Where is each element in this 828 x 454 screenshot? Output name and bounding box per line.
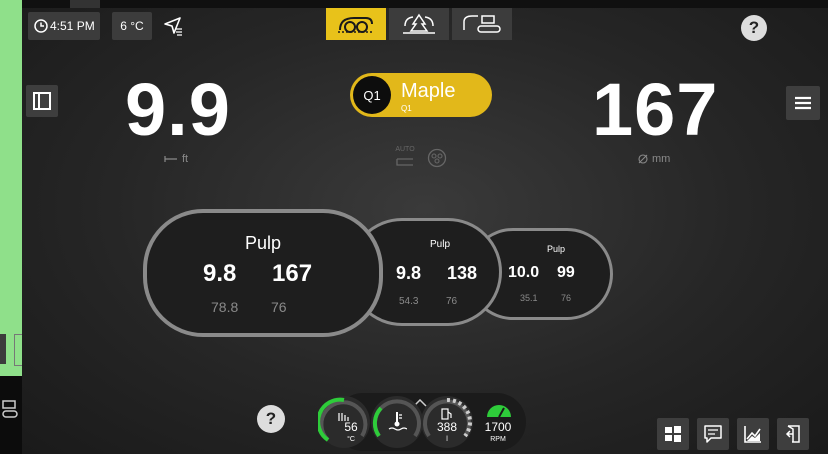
log-assortment: Pulp (244, 233, 282, 253)
fuel-gauge: 388 l (421, 396, 473, 448)
log-diameter: 99 (557, 264, 575, 281)
diameter-value: 167 (592, 68, 719, 151)
log-sub-b: 76 (561, 293, 572, 303)
coolant-gauge (371, 396, 423, 448)
log-sub-b: 76 (446, 296, 458, 307)
engine-rpm-unit: RPM (490, 436, 506, 443)
side-panel-strip (0, 0, 22, 376)
side-panel-dark (0, 334, 23, 454)
log-sub-a: 54.3 (399, 296, 419, 307)
saw-icon[interactable] (427, 148, 447, 173)
diameter-unit: mm (638, 153, 670, 165)
windows-button[interactable] (657, 418, 689, 450)
engine-rpm-value: 1700 (484, 420, 512, 434)
forwarder-icon[interactable] (0, 398, 20, 427)
species-name: Maple (401, 80, 456, 102)
navigation-arrow-icon[interactable] (162, 15, 184, 42)
species-sub: Q1 (401, 104, 412, 113)
log-length: 9.8 (203, 260, 237, 287)
oil-temperature-value: 56 (344, 420, 358, 434)
windows-icon (664, 425, 682, 443)
diameter-icon (638, 154, 648, 164)
forwarder-icon (460, 12, 504, 36)
menu-button[interactable] (786, 86, 820, 120)
clock-time: 4:51 PM (50, 19, 95, 33)
coolant-temperature-icon (387, 410, 408, 437)
log-sub-a: 35.1 (520, 293, 538, 303)
message-icon (703, 424, 723, 444)
fuel-value: 388 (436, 420, 458, 434)
species-selector[interactable]: Q1 Maple Q1 (350, 73, 492, 117)
length-arrow-icon (164, 155, 178, 163)
oil-temperature-unit: °C (347, 436, 355, 443)
log-diameter: 167 (272, 260, 313, 287)
tab-harvester-head[interactable] (326, 8, 386, 40)
log-sub-b: 76 (271, 299, 287, 315)
engine-rpm-gauge: 1700 RPM (472, 396, 524, 448)
log-length: 9.8 (396, 263, 422, 283)
auto-feed-icon[interactable]: AUTO (394, 146, 416, 168)
top-edge (22, 0, 828, 8)
length-unit-label: ft (182, 153, 189, 165)
messages-button[interactable] (697, 418, 729, 450)
fuel-unit: l (446, 436, 448, 443)
side-panel-button[interactable] (26, 85, 58, 117)
length-unit: ft (164, 153, 188, 165)
log-length: 10.0 (508, 264, 540, 281)
exit-button[interactable] (777, 418, 809, 450)
chart-icon (743, 424, 763, 444)
tab-forwarder[interactable] (452, 8, 512, 40)
temperature-chip: 6 °C (112, 12, 152, 40)
panel-toggle-fragment[interactable] (0, 334, 6, 364)
tree-felling-icon (399, 12, 439, 36)
exit-icon (783, 424, 803, 444)
harvester-head-icon (336, 12, 376, 36)
top-edge-tab (70, 0, 100, 8)
clock-chip: 4:51 PM (28, 12, 100, 40)
auto-label: AUTO (395, 146, 415, 153)
log-card-1[interactable]: Pulp 9.8 167 78.8 76 (143, 209, 383, 337)
hamburger-icon (794, 95, 812, 111)
help-button-bottom[interactable]: ? (257, 405, 285, 433)
log-sub-a: 78.8 (211, 299, 239, 315)
clock-icon (34, 19, 48, 33)
oil-temperature-gauge: 56 °C (318, 396, 370, 448)
tab-tree-felling[interactable] (389, 8, 449, 40)
length-value: 9.9 (125, 68, 231, 151)
diameter-unit-label: mm (652, 153, 671, 165)
log-diameter: 138 (447, 263, 478, 283)
quality-label: Q1 (363, 87, 381, 103)
side-panel-icon (32, 91, 52, 111)
help-label: ? (748, 18, 760, 37)
quality-badge: Q1 (353, 76, 391, 114)
statistics-button[interactable] (737, 418, 769, 450)
outside-temperature: 6 °C (120, 19, 144, 33)
help-button[interactable]: ? (741, 15, 767, 41)
help-label: ? (265, 409, 277, 428)
